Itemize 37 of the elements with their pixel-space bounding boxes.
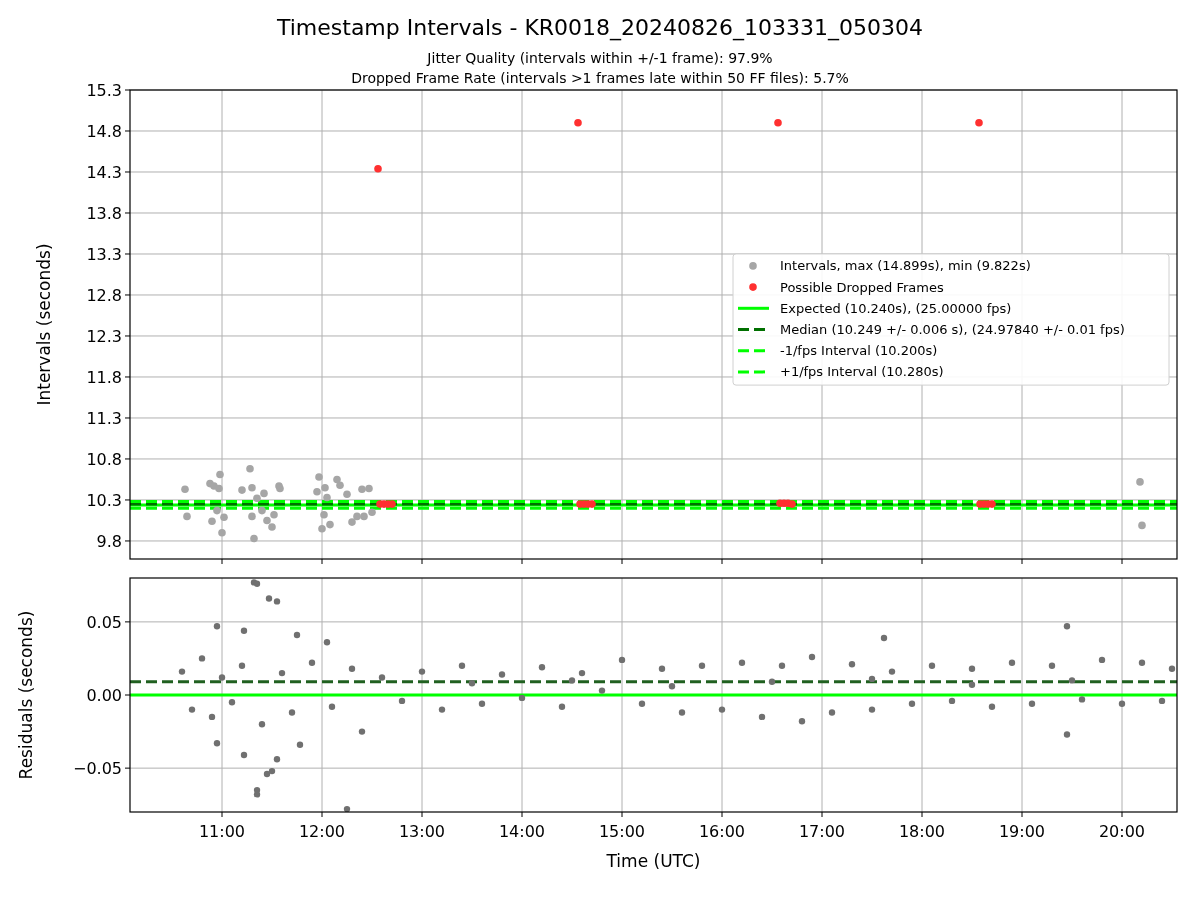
tick-label: 12.8 bbox=[86, 286, 122, 305]
chart-subtitle: Jitter Quality (intervals within +/-1 frame): 97.9% bbox=[427, 49, 773, 68]
tick-label: 14.3 bbox=[86, 163, 122, 182]
tick-label: 16:00 bbox=[698, 822, 746, 841]
tick-label: 13.3 bbox=[86, 245, 122, 264]
tick-label: 11:00 bbox=[198, 822, 246, 841]
legend-label: Median (10.249 +/- 0.006 s), (24.97840 +/- 0.01 fps) bbox=[780, 322, 1125, 337]
legend-label: Expected (10.240s), (25.00000 fps) bbox=[780, 300, 1012, 316]
tick-label: 17:00 bbox=[798, 822, 846, 841]
axis-title: Residuals (seconds) bbox=[16, 610, 36, 780]
tick-label: 10.8 bbox=[86, 449, 122, 469]
legend-label: +1/fps Interval (10.280s) bbox=[780, 364, 944, 380]
tick-label: 19:00 bbox=[998, 822, 1046, 841]
tick-label: 18:00 bbox=[898, 822, 946, 841]
tick-label: 20:00 bbox=[1098, 822, 1146, 841]
axis-title: Time (UTC) bbox=[606, 851, 701, 871]
tick-label: 15.3 bbox=[86, 81, 122, 100]
legend-label: Possible Dropped Frames bbox=[780, 279, 944, 295]
tick-label: 9.8 bbox=[96, 531, 122, 551]
legend-label: -1/fps Interval (10.200s) bbox=[780, 343, 938, 359]
tick-label: 11.8 bbox=[86, 368, 122, 387]
tick-label: 14:00 bbox=[498, 822, 546, 841]
chart-subtitle: Dropped Frame Rate (intervals >1 frames late within 50 FF files): 5.7% bbox=[351, 69, 849, 88]
tick-label: 14.8 bbox=[86, 122, 122, 141]
tick-label: 15:00 bbox=[598, 822, 646, 841]
tick-label: 0.00 bbox=[86, 686, 122, 705]
legend-label: Intervals, max (14.899s), min (9.822s) bbox=[780, 258, 1031, 274]
tick-label: 10.3 bbox=[86, 490, 122, 510]
axis-title: Intervals (seconds) bbox=[34, 243, 54, 406]
tick-label: 13.8 bbox=[86, 204, 122, 223]
tick-label: 12:00 bbox=[298, 822, 346, 841]
chart-title: Timestamp Intervals - KR0018_20240826_103331_050304 bbox=[276, 15, 924, 41]
tick-label: 12.3 bbox=[86, 327, 122, 346]
tick-label: 0.05 bbox=[86, 612, 122, 632]
tick-label: −0.05 bbox=[72, 759, 122, 779]
tick-label: 11.3 bbox=[86, 408, 122, 428]
tick-label: 13:00 bbox=[398, 822, 446, 841]
